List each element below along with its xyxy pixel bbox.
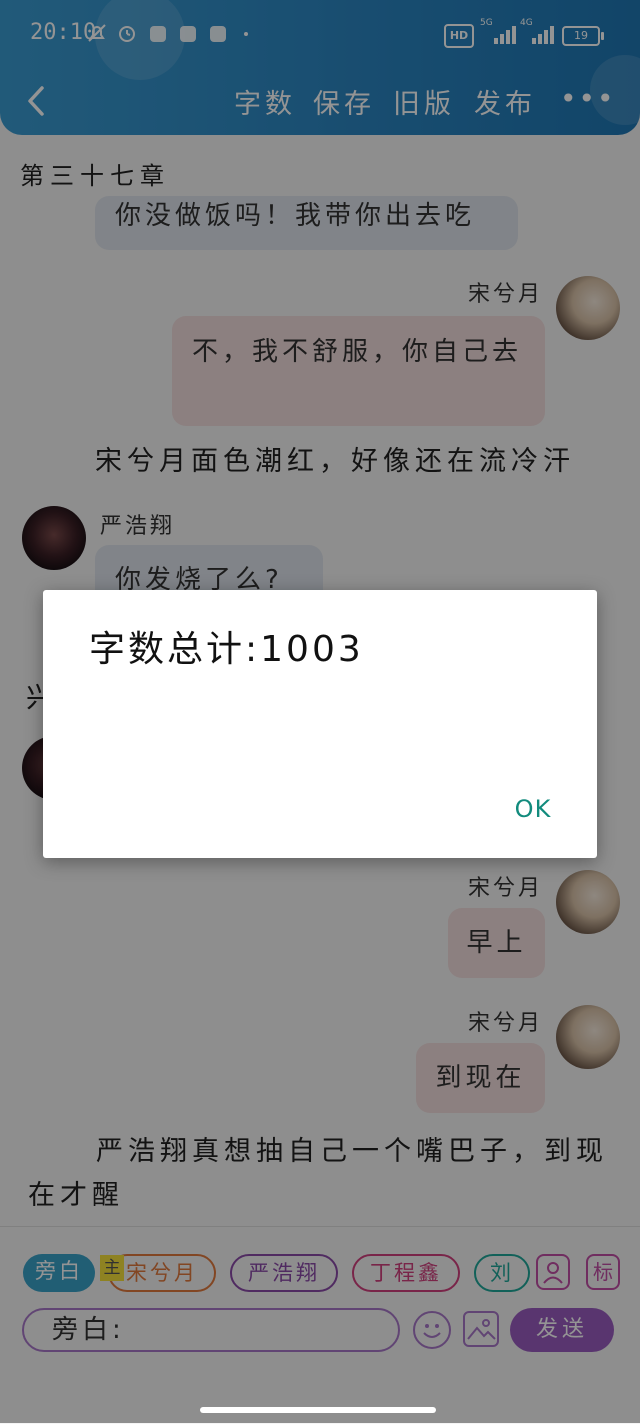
ok-button[interactable]: OK bbox=[497, 786, 569, 832]
dialog-message: 字数总计:1003 bbox=[89, 629, 364, 670]
word-count-dialog: 字数总计:1003 OK bbox=[43, 590, 597, 858]
home-indicator[interactable] bbox=[200, 1407, 436, 1413]
